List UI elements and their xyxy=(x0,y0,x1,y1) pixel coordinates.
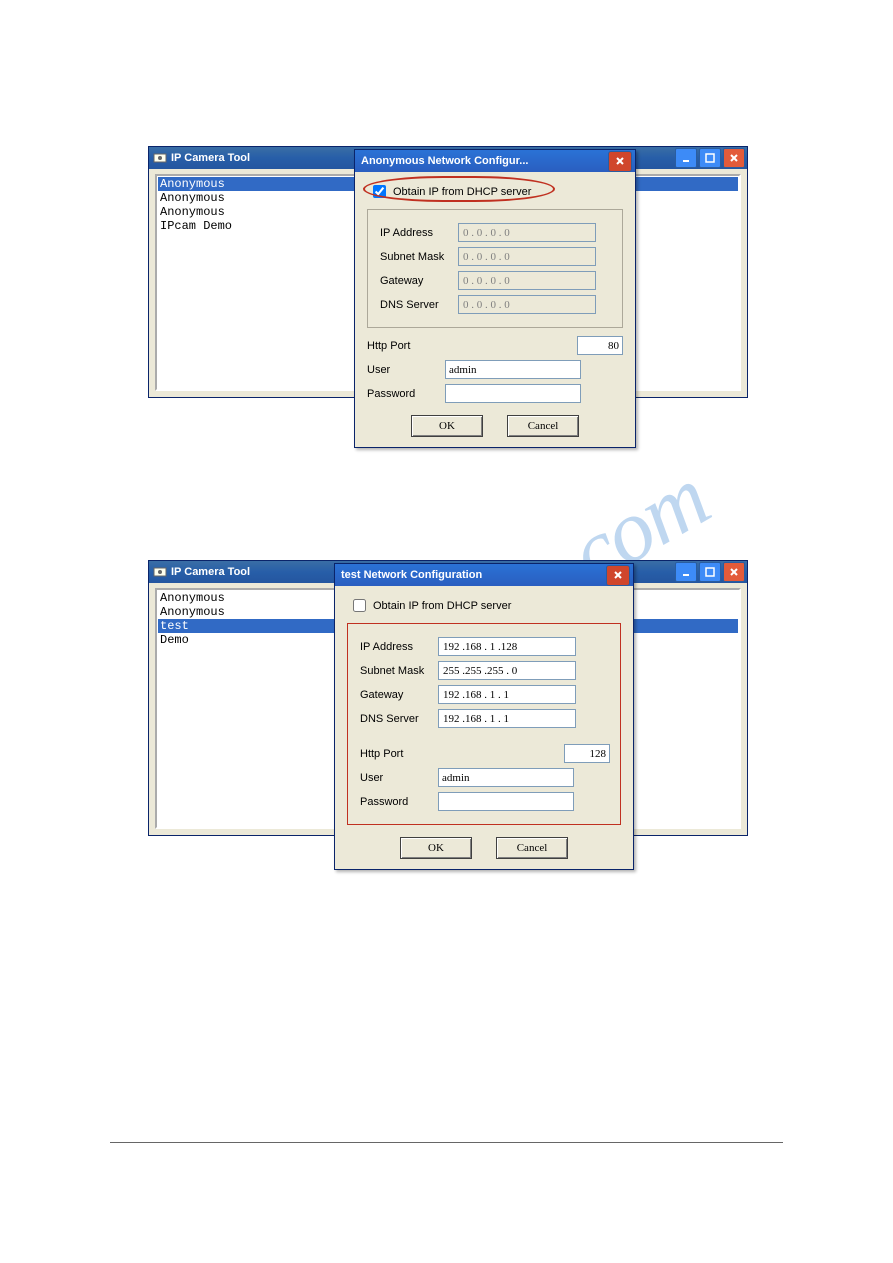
dhcp-checkbox[interactable] xyxy=(373,185,386,198)
password-input[interactable] xyxy=(445,384,581,403)
gateway-label: Gateway xyxy=(380,275,458,287)
dialog-network-config-1: Anonymous Network Configur... Obtain IP … xyxy=(354,149,636,448)
subnet-label: Subnet Mask xyxy=(380,251,458,263)
dhcp-label: Obtain IP from DHCP server xyxy=(373,600,511,612)
app-icon xyxy=(153,565,167,579)
user-input[interactable] xyxy=(445,360,581,379)
window-title: IP Camera Tool xyxy=(171,566,250,578)
ip-input xyxy=(458,223,596,242)
port-label: Http Port xyxy=(367,340,445,352)
dhcp-checkbox[interactable] xyxy=(353,599,366,612)
page-divider xyxy=(110,1142,783,1143)
dialog-close-button[interactable] xyxy=(608,151,632,172)
password-label: Password xyxy=(360,796,438,808)
user-label: User xyxy=(367,364,445,376)
dialog-titlebar-1[interactable]: Anonymous Network Configur... xyxy=(355,150,635,172)
gateway-label: Gateway xyxy=(360,689,438,701)
gateway-input[interactable] xyxy=(438,685,576,704)
port-input[interactable] xyxy=(577,336,623,355)
dhcp-label: Obtain IP from DHCP server xyxy=(393,186,531,198)
dialog-close-button[interactable] xyxy=(606,565,630,586)
ok-button[interactable]: OK xyxy=(411,415,483,437)
ok-button[interactable]: OK xyxy=(400,837,472,859)
minimize-button[interactable] xyxy=(675,562,697,582)
ip-groupbox: IP Address Subnet Mask Gateway DNS Serve… xyxy=(367,209,623,328)
subnet-input xyxy=(458,247,596,266)
subnet-input[interactable] xyxy=(438,661,576,680)
dns-label: DNS Server xyxy=(380,299,458,311)
port-label: Http Port xyxy=(360,748,438,760)
app-icon xyxy=(153,151,167,165)
password-input[interactable] xyxy=(438,792,574,811)
user-label: User xyxy=(360,772,438,784)
close-button[interactable] xyxy=(723,562,745,582)
ip-groupbox-red: IP Address Subnet Mask Gateway DNS Serve… xyxy=(347,623,621,825)
password-label: Password xyxy=(367,388,445,400)
ip-input[interactable] xyxy=(438,637,576,656)
minimize-button[interactable] xyxy=(675,148,697,168)
window-ip-camera-tool-1: IP Camera Tool Anonymous Anonymous Anony… xyxy=(148,146,748,398)
dialog-network-config-2: test Network Configuration Obtain IP fro… xyxy=(334,563,634,870)
gateway-input xyxy=(458,271,596,290)
window-title: IP Camera Tool xyxy=(171,152,250,164)
close-button[interactable] xyxy=(723,148,745,168)
window-ip-camera-tool-2: IP Camera Tool Anonymous Anonymous test … xyxy=(148,560,748,836)
ip-label: IP Address xyxy=(380,227,458,239)
cancel-button[interactable]: Cancel xyxy=(496,837,568,859)
dns-input[interactable] xyxy=(438,709,576,728)
maximize-button[interactable] xyxy=(699,148,721,168)
dns-label: DNS Server xyxy=(360,713,438,725)
dialog-title-text: test Network Configuration xyxy=(341,569,482,581)
dns-input xyxy=(458,295,596,314)
ip-label: IP Address xyxy=(360,641,438,653)
maximize-button[interactable] xyxy=(699,562,721,582)
subnet-label: Subnet Mask xyxy=(360,665,438,677)
port-input[interactable] xyxy=(564,744,610,763)
dialog-title-text: Anonymous Network Configur... xyxy=(361,155,528,167)
dialog-titlebar-2[interactable]: test Network Configuration xyxy=(335,564,633,586)
cancel-button[interactable]: Cancel xyxy=(507,415,579,437)
user-input[interactable] xyxy=(438,768,574,787)
